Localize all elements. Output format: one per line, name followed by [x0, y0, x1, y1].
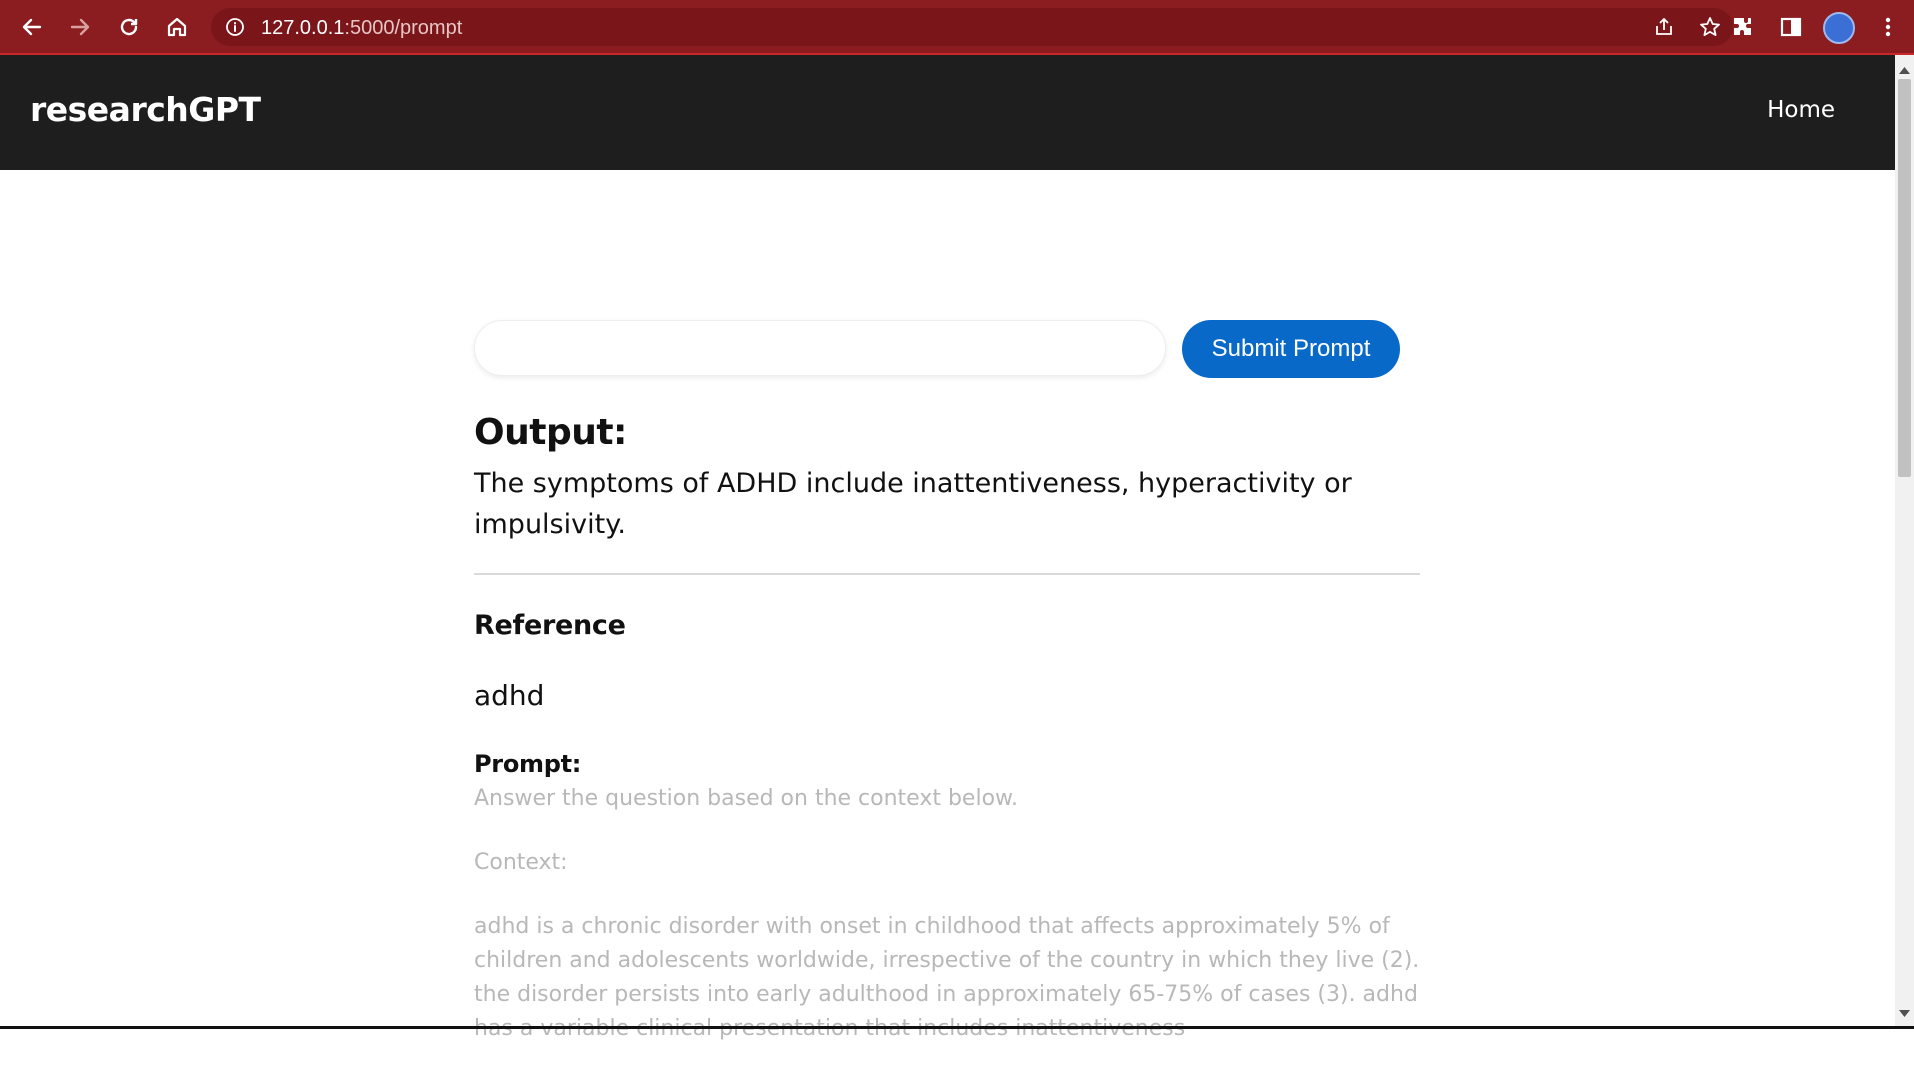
- reload-icon[interactable]: [115, 13, 143, 41]
- reference-heading: Reference: [474, 610, 626, 641]
- nav-home-link[interactable]: Home: [1767, 97, 1835, 123]
- scrollbar-thumb[interactable]: [1898, 79, 1911, 477]
- output-heading: Output:: [474, 412, 627, 453]
- scroll-up-icon[interactable]: [1899, 61, 1910, 79]
- home-icon[interactable]: [163, 13, 191, 41]
- brand-logo[interactable]: researchGPT: [30, 90, 261, 129]
- submit-prompt-button[interactable]: Submit Prompt: [1182, 320, 1400, 378]
- back-icon[interactable]: [18, 13, 46, 41]
- address-bar[interactable]: 127.0.0.1:5000/prompt: [211, 8, 1733, 46]
- prompt-instruction: Answer the question based on the context…: [474, 786, 1019, 811]
- prompt-input[interactable]: [474, 320, 1166, 376]
- url-text[interactable]: 127.0.0.1:5000/prompt: [261, 17, 462, 40]
- app-navbar: researchGPT Home: [0, 55, 1895, 170]
- context-label: Context:: [474, 850, 568, 875]
- prompt-heading: Prompt:: [474, 750, 582, 778]
- output-text: The symptoms of ADHD include inattentive…: [474, 468, 1352, 540]
- info-icon[interactable]: [225, 17, 245, 42]
- star-icon[interactable]: [1699, 16, 1721, 43]
- menu-icon[interactable]: [1874, 13, 1902, 41]
- page-scrollbar[interactable]: [1895, 55, 1914, 1029]
- browser-toolbar: 127.0.0.1:5000/prompt: [0, 0, 1914, 55]
- profile-avatar[interactable]: [1823, 12, 1855, 44]
- share-icon[interactable]: [1653, 16, 1675, 43]
- prompt-body: Answer the question based on the context…: [474, 782, 1420, 1076]
- scroll-down-icon[interactable]: [1899, 1005, 1910, 1023]
- section-divider: [474, 573, 1420, 575]
- forward-icon[interactable]: [66, 13, 94, 41]
- extensions-icon[interactable]: [1729, 13, 1757, 41]
- sidepanel-icon[interactable]: [1777, 13, 1805, 41]
- url-path: :5000/prompt: [344, 17, 463, 39]
- reference-value: adhd: [474, 679, 545, 712]
- url-host: 127.0.0.1: [261, 17, 345, 39]
